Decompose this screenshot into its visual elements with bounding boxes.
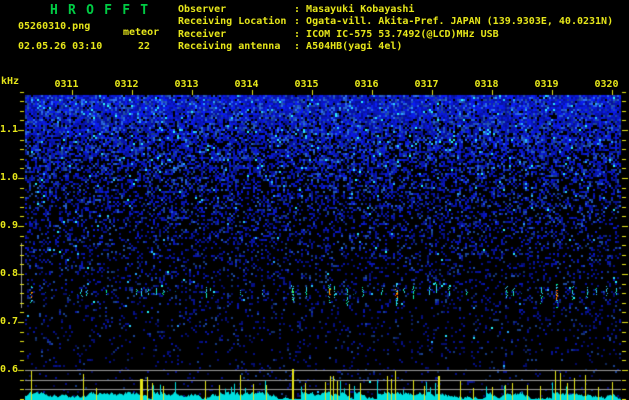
info-colon: : <box>294 28 307 40</box>
freq-axis-unit: kHz <box>1 76 20 87</box>
time-tick-label: 0311 <box>54 79 79 90</box>
info-row: Receiving antenna: A504HB(yagi 4el) <box>178 41 613 53</box>
app-title: H R O F F T <box>50 3 150 18</box>
mode-label: meteor <box>123 27 160 38</box>
info-row: Observer: Masayuki Kobayashi <box>178 4 613 16</box>
time-tick-label: 0316 <box>354 79 379 90</box>
freq-tick-label: 0.7 <box>0 316 19 327</box>
info-row: Receiving Location: Ogata-vill. Akita-Pr… <box>178 16 613 28</box>
info-colon: : <box>294 16 307 28</box>
info-value: Masayuki Kobayashi <box>306 4 415 15</box>
info-value: A504HB(yagi 4el) <box>306 40 403 52</box>
info-value: ICOM IC-575 53.7492(@LCD)MHz USB <box>306 28 499 40</box>
freq-tick-label: 0.9 <box>0 220 19 231</box>
time-tick-label: 0320 <box>594 79 619 90</box>
hrofft-window: H R O F F T 05260310.png meteor 02.05.26… <box>0 0 629 400</box>
time-tick-label: 0318 <box>474 79 499 90</box>
station-info: Observer: Masayuki Kobayashi Receiving Lo… <box>178 4 613 53</box>
info-row: Receiver: ICOM IC-575 53.7492(@LCD)MHz U… <box>178 29 613 41</box>
freq-tick-label: 0.6 <box>0 364 19 375</box>
time-tick-label: 0312 <box>114 79 139 90</box>
info-colon: : <box>294 40 307 52</box>
time-tick-label: 0314 <box>234 79 259 90</box>
time-tick-label: 0319 <box>534 79 559 90</box>
datetime-label: 02.05.26 03:10 <box>18 41 103 52</box>
info-colon: : <box>294 4 307 15</box>
spectrogram-canvas <box>0 0 629 400</box>
time-tick-label: 0317 <box>414 79 439 90</box>
time-tick-label: 0313 <box>174 79 199 90</box>
info-label: Receiver <box>178 28 227 40</box>
info-value: Ogata-vill. Akita-Pref. JAPAN (139.9303E… <box>306 16 614 28</box>
freq-tick-label: 1.0 <box>0 172 19 183</box>
time-tick-label: 0315 <box>294 79 319 90</box>
info-label: Receiving Location <box>178 16 287 28</box>
echo-count: 22 <box>138 41 151 52</box>
freq-tick-label: 0.8 <box>0 268 19 279</box>
info-label: Observer <box>178 4 227 15</box>
info-label: Receiving antenna <box>178 40 281 52</box>
output-filename: 05260310.png <box>18 21 91 32</box>
freq-tick-label: 1.1 <box>0 124 19 135</box>
